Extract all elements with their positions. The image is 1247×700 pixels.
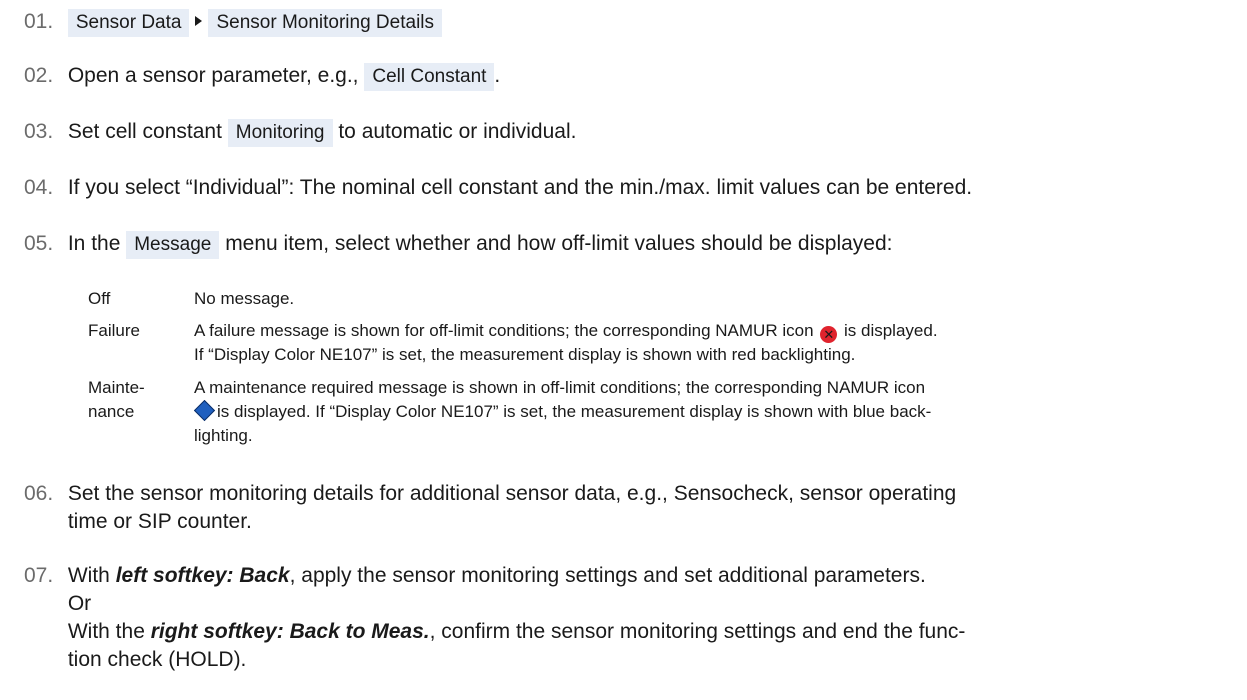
menu-chip-sensor-data: Sensor Data	[67, 9, 190, 37]
option-description-part: is displayed. If “Display Color NE107” i…	[217, 402, 932, 421]
option-term: Mainte- nance	[88, 376, 168, 424]
step-text: With left softkey: Back, apply the senso…	[68, 562, 966, 674]
step-number: 01.	[24, 10, 54, 33]
menu-chip-message: Message	[126, 231, 220, 259]
step-text: menu item, select whether and how off-li…	[225, 232, 893, 255]
step-text-line: Set the sensor monitoring details for ad…	[67, 482, 957, 505]
step-number: 04.	[24, 176, 54, 199]
menu-chip-cell-constant: Cell Constant	[364, 63, 495, 91]
step-text: Set cell constant	[67, 120, 222, 143]
step-text-part: , confirm the sensor monitoring settings…	[429, 620, 966, 643]
step-text-part: Or	[67, 592, 92, 615]
step-01: 01. Sensor Data Sensor Monitoring Details	[24, 8, 443, 37]
instruction-page: 01. Sensor Data Sensor Monitoring Details…	[0, 0, 1247, 700]
option-term-line: Mainte-	[88, 378, 145, 397]
option-term: Failure	[88, 321, 140, 340]
step-05: 05. In the Message menu item, select whe…	[24, 230, 893, 259]
step-text: Open a sensor parameter, e.g.,	[67, 64, 359, 87]
namur-maintenance-icon	[193, 399, 216, 422]
step-text-part: With the	[67, 620, 145, 643]
option-description: No message.	[194, 289, 295, 308]
step-text-line: time or SIP counter.	[67, 510, 252, 533]
option-term-line: nance	[88, 402, 135, 421]
option-description: A maintenance required message is shown …	[193, 376, 1214, 448]
step-text: If you select “Individual”: The nominal …	[67, 176, 973, 199]
step-text-part: , apply the sensor monitoring settings a…	[289, 564, 926, 587]
option-description-part: is displayed.	[844, 321, 938, 340]
step-number: 07.	[24, 564, 54, 587]
breadcrumb-arrow-icon	[195, 16, 203, 27]
left-softkey-label: left softkey: Back	[115, 564, 290, 587]
step-text-part: With	[67, 564, 110, 587]
step-02: 02. Open a sensor parameter, e.g., Cell …	[24, 62, 500, 91]
step-07: 07. With left softkey: Back, apply the s…	[24, 562, 965, 674]
step-text-part: tion check (HOLD).	[67, 648, 247, 671]
option-description-part: lighting.	[194, 426, 253, 445]
menu-chip-monitoring: Monitoring	[227, 119, 333, 147]
option-term: Off	[88, 289, 111, 308]
step-text: to automatic or individual.	[338, 120, 577, 143]
right-softkey-label: right softkey: Back to Meas.	[150, 620, 430, 643]
step-number: 02.	[24, 64, 54, 87]
step-number: 03.	[24, 120, 54, 143]
step-text: .	[494, 64, 501, 87]
step-04: 04. If you select “Individual”: The nomi…	[24, 174, 972, 202]
step-text: Set the sensor monitoring details for ad…	[68, 480, 956, 536]
option-description-part: A failure message is shown for off-limit…	[194, 321, 814, 340]
step-number: 06.	[24, 482, 54, 505]
namur-failure-icon: ✕	[820, 326, 838, 343]
menu-chip-sensor-monitoring-details: Sensor Monitoring Details	[208, 9, 443, 37]
option-description: A failure message is shown for off-limit…	[194, 319, 1214, 367]
option-description-part: A maintenance required message is shown …	[194, 378, 926, 397]
step-06: 06. Set the sensor monitoring details fo…	[24, 480, 956, 536]
step-03: 03. Set cell constant Monitoring to auto…	[24, 118, 576, 147]
step-number: 05.	[24, 232, 54, 255]
step-text: In the	[67, 232, 121, 255]
option-description-part: If “Display Color NE107” is set, the mea…	[194, 345, 856, 364]
